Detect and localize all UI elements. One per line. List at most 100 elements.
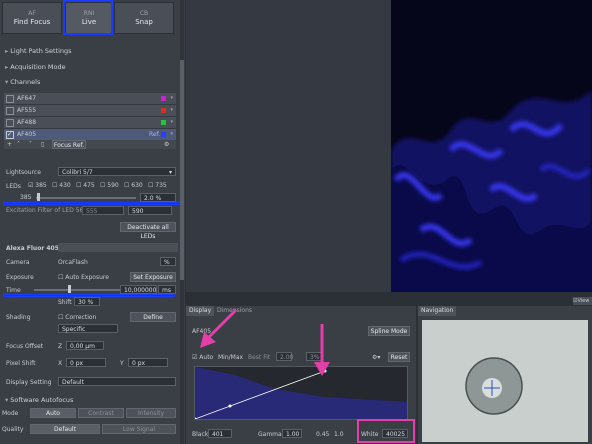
find-focus-icon: AF — [28, 10, 36, 17]
display-setting-label: Display Setting — [6, 379, 52, 386]
led-385[interactable]: ☑ 385 — [28, 182, 47, 189]
reset-button[interactable]: Reset — [388, 352, 410, 362]
channel-color-swatch[interactable] — [161, 120, 166, 125]
pixel-shift-y-axis: Y — [120, 360, 124, 367]
chevron-down-icon[interactable]: ▾ — [170, 105, 173, 116]
channel-checkbox[interactable] — [6, 106, 14, 115]
time-unit-select[interactable]: ms — [158, 285, 176, 294]
correction-label: Correction — [65, 314, 97, 321]
gamma-preset-045[interactable]: 0.45 — [316, 431, 329, 438]
acquisition-mode-section[interactable]: ▸ Acquisition Mode — [0, 61, 188, 73]
snap-button[interactable]: CB Snap — [114, 2, 174, 34]
deactivate-all-leds-button[interactable]: Deactivate all LEDs — [120, 222, 176, 240]
auto-exposure-checkbox[interactable]: ☐ Auto Exposure — [58, 274, 109, 281]
led-label: 590 — [107, 182, 119, 189]
intensity-slider-handle[interactable] — [37, 193, 40, 201]
led-590[interactable]: ☐ 590 — [100, 182, 119, 189]
led-475[interactable]: ☐ 475 — [76, 182, 95, 189]
chevron-down-icon[interactable]: ▾ — [170, 117, 173, 128]
move-up-icon[interactable]: ˄ — [17, 141, 20, 148]
autofocus-mode-label: Mode — [2, 410, 19, 417]
excitation-filter-590[interactable]: 590 — [128, 206, 172, 215]
led-label: 430 — [59, 182, 71, 189]
define-button[interactable]: Define — [130, 312, 176, 322]
shading-label: Shading — [6, 314, 31, 321]
software-autofocus-section[interactable]: ▾ Software Autofocus — [0, 394, 188, 406]
lightsource-value: Colibri 5/7 — [62, 169, 93, 176]
black-input[interactable]: 401 — [208, 429, 232, 438]
collapse-icon: ▾ — [5, 78, 9, 86]
time-slider[interactable] — [34, 289, 120, 291]
channel-color-swatch[interactable] — [161, 96, 166, 101]
autofocus-mode-contrast[interactable]: Contrast — [78, 408, 124, 418]
reference-tag: Ref. — [149, 131, 161, 138]
view-label: View — [577, 298, 590, 304]
delete-icon[interactable]: ▯ — [41, 141, 44, 148]
time-slider-handle[interactable] — [68, 285, 71, 293]
excitation-filter-555[interactable]: 555 — [82, 206, 124, 215]
light-path-label: Light Path Settings — [10, 47, 72, 55]
led-list: ☑ 385 ☐ 430 ☐ 475 ☐ 590 ☐ 630 ☐ 735 — [28, 182, 178, 191]
white-value-highlight — [357, 419, 415, 443]
chevron-down-icon[interactable]: ▾ — [170, 93, 173, 104]
channels-label: Channels — [10, 78, 41, 86]
left-panel-scrollbar[interactable] — [180, 0, 184, 444]
autofocus-quality-default[interactable]: Default — [30, 424, 100, 434]
pixel-shift-y-input[interactable]: 0 px — [128, 358, 168, 367]
navigation-overview[interactable] — [422, 320, 588, 442]
fluorescence-image — [391, 90, 592, 292]
excitation-filter-label: Excitation Filter of LED 567 — [6, 207, 88, 214]
focus-offset-input[interactable]: 0,00 µm — [66, 341, 104, 350]
add-icon[interactable]: + — [7, 141, 12, 148]
channel-checkbox[interactable] — [6, 94, 14, 103]
view-checkbox[interactable]: ☑View — [573, 297, 592, 305]
lightsource-select[interactable]: Colibri 5/7 ▾ — [58, 167, 176, 176]
time-label: Time — [6, 287, 21, 294]
tab-navigation[interactable]: Navigation — [418, 306, 457, 316]
find-focus-label: Find Focus — [13, 18, 51, 26]
channel-row-af488[interactable]: AF488 ▾ — [4, 117, 176, 129]
spline-mode-button[interactable]: Spline Mode — [368, 326, 410, 336]
options-gear-icon[interactable]: ⚙▾ — [372, 354, 380, 361]
led-430[interactable]: ☐ 430 — [52, 182, 71, 189]
channel-color-swatch[interactable] — [161, 108, 166, 113]
correction-checkbox[interactable]: ☐ Correction — [58, 314, 96, 321]
channel-name: AF405 — [17, 131, 37, 138]
set-exposure-button[interactable]: Set Exposure — [130, 272, 176, 282]
channel-checkbox[interactable] — [6, 118, 14, 127]
channel-row-af555[interactable]: AF555 ▾ — [4, 105, 176, 117]
live-highlight-box — [63, 0, 113, 35]
autofocus-mode-intensity[interactable]: Intensity — [126, 408, 176, 418]
autofocus-quality-low-signal[interactable]: Low Signal — [102, 424, 176, 434]
find-focus-button[interactable]: AF Find Focus — [2, 2, 62, 34]
shading-mode-select[interactable]: Specific — [58, 324, 118, 333]
intensity-underline-annotation — [3, 202, 181, 205]
light-path-section[interactable]: ▸ Light Path Settings — [0, 45, 188, 57]
microscope-image[interactable] — [391, 0, 592, 292]
led-630[interactable]: ☐ 630 — [124, 182, 143, 189]
viewer-background — [186, 0, 391, 292]
shift-input[interactable]: 30 % — [74, 297, 100, 306]
intensity-slider[interactable] — [36, 197, 136, 199]
display-setting-select[interactable]: Default — [58, 377, 176, 386]
chevron-down-icon[interactable]: ▾ — [170, 129, 173, 140]
time-input[interactable]: 10,000000 — [120, 285, 157, 294]
channel-checkbox-checked[interactable]: ✓ — [6, 130, 14, 139]
gamma-preset-10[interactable]: 1.0 — [334, 431, 344, 438]
camera-percent-select[interactable]: % — [160, 257, 176, 266]
move-down-icon[interactable]: ˅ — [29, 141, 32, 148]
scrollbar-thumb[interactable] — [180, 60, 184, 280]
led-label: 475 — [83, 182, 95, 189]
intensity-input[interactable]: 2.0 % — [140, 193, 176, 202]
chevron-down-icon: ▾ — [168, 169, 172, 176]
channel-row-af647[interactable]: AF647 ▾ — [4, 93, 176, 105]
autofocus-mode-auto[interactable]: Auto — [30, 408, 76, 418]
channels-section[interactable]: ▾ Channels — [0, 76, 188, 88]
pixel-shift-x-input[interactable]: 0 px — [66, 358, 106, 367]
focus-ref-button[interactable]: Focus Ref. — [52, 140, 86, 149]
settings-gear-icon[interactable]: ⚙ — [164, 141, 169, 148]
lightsource-label: Lightsource — [6, 169, 41, 176]
led-735[interactable]: ☐ 735 — [148, 182, 167, 189]
gamma-input[interactable]: 1.00 — [282, 429, 302, 438]
channel-color-swatch[interactable] — [161, 132, 166, 137]
